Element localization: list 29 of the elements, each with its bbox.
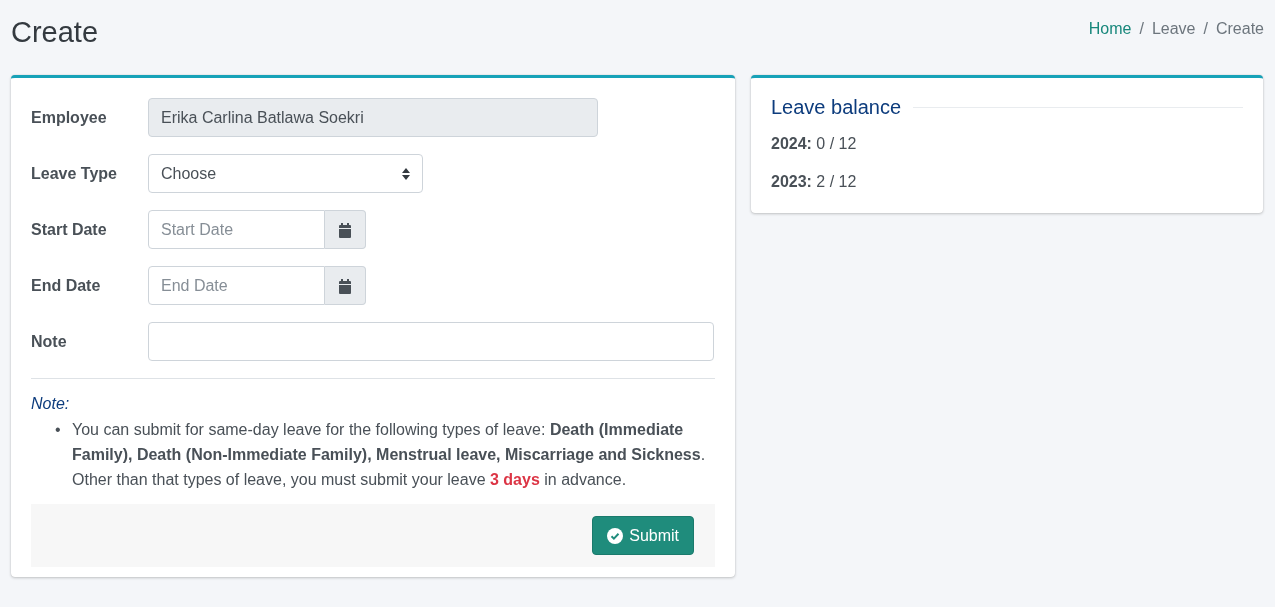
calendar-icon	[338, 277, 352, 294]
card-title: Leave balance	[771, 96, 902, 119]
field-label: End Date	[31, 276, 102, 295]
breadcrumb-separator: /	[1139, 20, 1144, 38]
calendar-button[interactable]	[325, 210, 366, 249]
employee-field[interactable]: Erika Carlina Batlawa Soekri	[148, 98, 598, 137]
check-circle-icon	[607, 527, 624, 544]
field-label: Note	[31, 332, 68, 351]
submit-button[interactable]: Submit	[592, 516, 694, 555]
calendar-icon	[338, 221, 352, 238]
page-title: Create	[11, 16, 99, 49]
bullet: •	[55, 420, 62, 440]
note-heading: Note:	[31, 395, 71, 413]
balance-row-text: 2023: 2 / 12	[771, 173, 858, 191]
breadcrumb-item: Leave	[1151, 20, 1196, 38]
breadcrumb-item: Create	[1215, 20, 1264, 38]
date-field[interactable]: Start Date	[148, 210, 325, 249]
field-label: Start Date	[31, 220, 108, 239]
note-text: You can submit for same-day leave for the following types of leave: Death (Immediate Family), Death (Non-Immediate Family), Menstrual leave, Miscarriage and Sickness. Other than that types of leave, you must submit your leave 3 days in advance.	[72, 420, 707, 490]
calendar-button[interactable]	[325, 266, 366, 305]
note-field[interactable]	[148, 322, 714, 361]
sort-caret-icon	[402, 167, 410, 180]
balance-row-text: 2024: 0 / 12	[771, 135, 858, 153]
field-label: Leave Type	[31, 164, 118, 183]
breadcrumb-link[interactable]: Home	[1088, 20, 1132, 38]
breadcrumb-separator: /	[1203, 20, 1208, 38]
leave-type-dropdown[interactable]: Choose	[148, 154, 423, 193]
field-label: Employee	[31, 108, 108, 127]
date-field[interactable]: End Date	[148, 266, 325, 305]
